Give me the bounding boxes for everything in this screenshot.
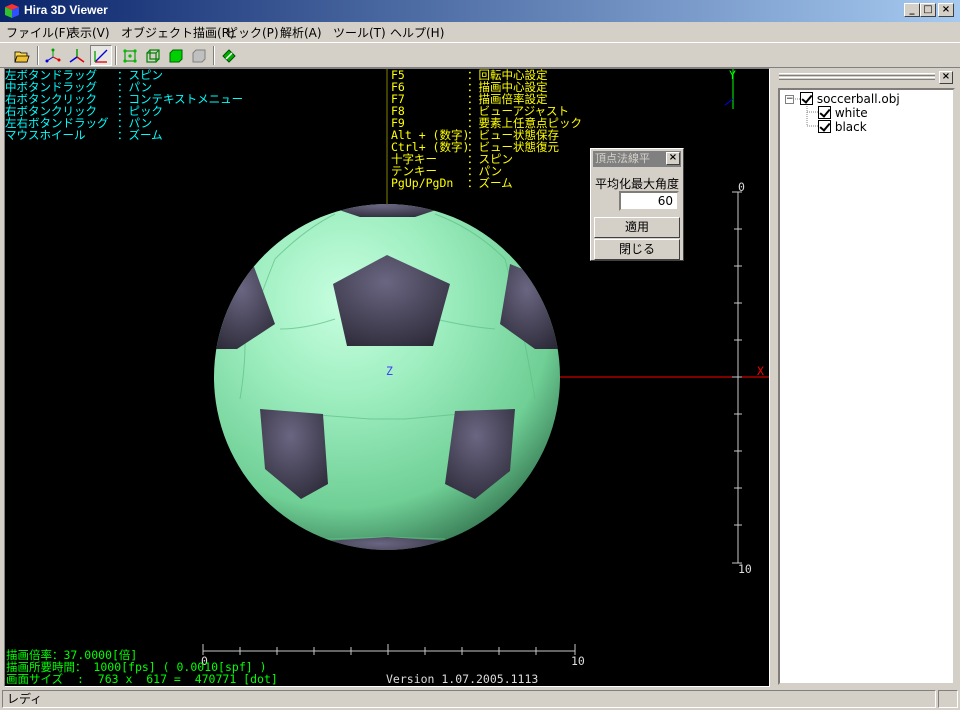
vertical-ruler [732, 191, 742, 564]
z-axis-line [724, 98, 734, 106]
dialog-close-icon[interactable]: × [666, 152, 680, 165]
hidden-cube-icon [192, 49, 206, 63]
solid-button[interactable] [165, 45, 187, 66]
menu-bar: ファイル(F) 表示(V) オブジェクト描画(R) ピック(P) 解析(A) ツ… [0, 22, 960, 41]
version-text: Version 1.07.2005.1113 [386, 672, 539, 686]
solid-cube-icon [169, 49, 183, 63]
checkbox[interactable] [800, 92, 813, 105]
tree-node-white[interactable]: white [818, 106, 868, 120]
menu-view[interactable]: 表示(V) [68, 24, 110, 41]
pentagon-patch [325, 537, 447, 550]
panel-close-icon[interactable]: × [939, 71, 953, 84]
horizontal-ruler [202, 644, 576, 655]
vertex-mesh-button[interactable] [119, 45, 141, 66]
menu-pick[interactable]: ピック(P) [226, 24, 279, 41]
menu-file[interactable]: ファイル(F) [6, 24, 70, 41]
minimize-button[interactable]: _ [904, 3, 920, 17]
x-axis-label: X [757, 364, 764, 378]
vertex-normal-dialog: 頂点法線平 × 平均化最大角度 適用 閉じる [590, 148, 684, 261]
status-bar: レディ [0, 688, 960, 710]
axis-points-button[interactable] [42, 45, 64, 66]
close-button[interactable]: 閉じる [594, 239, 680, 260]
menu-tools[interactable]: ツール(T) [333, 24, 386, 41]
h-ruler-max: 10 [571, 654, 585, 668]
status-text: レディ [2, 690, 936, 708]
y-axis-label: Y [729, 68, 736, 82]
tree-root-node[interactable]: soccerball.obj [800, 92, 900, 106]
axis-xyz-button[interactable] [66, 45, 88, 66]
help-value: ：ズーム [117, 128, 163, 142]
menu-analysis[interactable]: 解析(A) [280, 24, 322, 41]
object-tree: − soccerball.obj white black [778, 88, 955, 685]
panel-grip[interactable] [779, 77, 935, 80]
soccer-ball-model[interactable] [214, 201, 560, 559]
max-angle-label: 平均化最大角度 [595, 177, 680, 191]
open-icon [14, 51, 30, 63]
axis-xz-icon [94, 49, 108, 63]
menu-object-render[interactable]: オブジェクト描画(R) [121, 24, 235, 41]
open-file-button[interactable] [11, 45, 33, 66]
max-angle-input[interactable] [619, 191, 679, 211]
toolbar [0, 42, 960, 68]
help-key: PgUp/PgDn [391, 176, 454, 190]
wireframe-button[interactable] [142, 45, 164, 66]
tree-node-black[interactable]: black [818, 120, 867, 134]
panel-header: × [775, 68, 957, 86]
tree-node-label: white [834, 106, 868, 120]
panel-grip[interactable] [779, 73, 935, 76]
toolbar-separator [115, 46, 117, 65]
tree-node-label: black [834, 120, 867, 134]
screen-size-readout: 画面サイズ : 763 x 617 = 470771 [dot] [6, 672, 278, 686]
object-tree-panel: × − soccerball.obj white black [775, 68, 957, 687]
axis-xyz-icon [69, 49, 85, 63]
close-window-button[interactable]: × [938, 3, 954, 17]
v-ruler-max: 10 [738, 562, 752, 576]
hidden-line-button[interactable] [188, 45, 210, 66]
apply-button[interactable]: 適用 [594, 217, 680, 238]
help-key: マウスホイール [5, 128, 86, 142]
pick-arrow-icon [222, 49, 236, 63]
axis-xz-button[interactable] [90, 45, 112, 66]
vertex-mesh-icon [123, 49, 137, 63]
wireframe-cube-icon [146, 49, 160, 63]
menu-help[interactable]: ヘルプ(H) [390, 24, 444, 41]
title-bar: Hira 3D Viewer _ □ × [0, 0, 960, 22]
maximize-button[interactable]: □ [920, 3, 936, 17]
window-title: Hira 3D Viewer [24, 3, 108, 17]
app-cube-icon [5, 4, 19, 18]
z-axis-label: Z [386, 364, 393, 378]
checkbox[interactable] [818, 120, 831, 133]
checkbox[interactable] [818, 106, 831, 119]
v-ruler-min: 0 [738, 180, 745, 194]
resize-grip[interactable] [938, 690, 958, 708]
pick-button[interactable] [218, 45, 240, 66]
toolbar-separator [213, 46, 215, 65]
help-value: ：ズーム [467, 176, 513, 190]
toolbar-separator [37, 46, 39, 65]
axis-points-icon [45, 48, 61, 63]
tree-node-label: soccerball.obj [816, 92, 900, 106]
